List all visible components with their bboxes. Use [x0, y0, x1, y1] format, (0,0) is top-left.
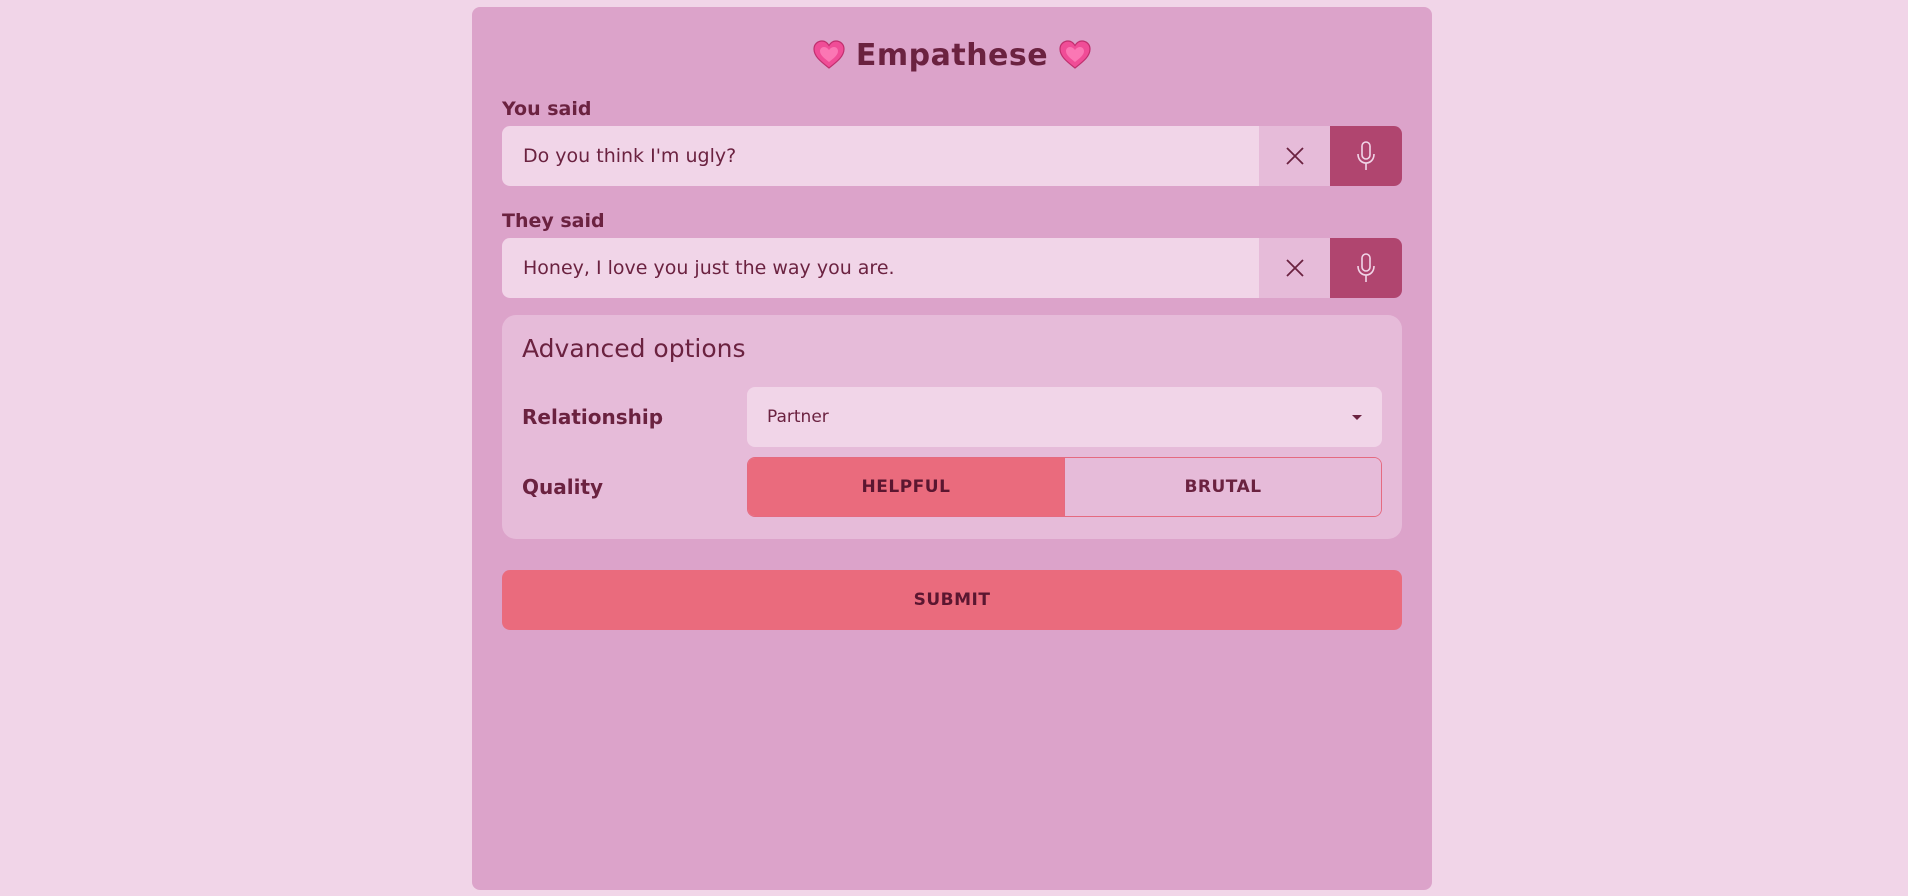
quality-row: Quality HELPFUL BRUTAL [522, 457, 1382, 517]
relationship-selected-value: Partner [767, 407, 829, 427]
they-said-clear-button[interactable] [1259, 238, 1330, 298]
they-said-label: They said [502, 210, 605, 232]
you-said-mic-button[interactable] [1330, 126, 1402, 186]
advanced-options-title: Advanced options [522, 334, 746, 363]
microphone-icon [1357, 253, 1375, 282]
relationship-row: Relationship Partner [522, 387, 1382, 447]
you-said-clear-button[interactable] [1259, 126, 1330, 186]
submit-button[interactable]: SUBMIT [502, 570, 1402, 630]
heart-icon [813, 40, 845, 69]
you-said-row [502, 126, 1402, 186]
header: Empathese [502, 7, 1402, 99]
you-said-input[interactable] [502, 126, 1259, 186]
app-title: Empathese [855, 37, 1049, 73]
they-said-row [502, 238, 1402, 298]
relationship-select[interactable]: Partner [747, 387, 1382, 447]
close-icon [1285, 147, 1304, 165]
advanced-options-panel: Advanced options Relationship Partner Qu… [502, 315, 1402, 539]
they-said-mic-button[interactable] [1330, 238, 1402, 298]
chevron-down-icon [1352, 414, 1362, 420]
app-card: Empathese You said They said [472, 7, 1432, 890]
they-said-input[interactable] [502, 238, 1259, 298]
quality-toggle-group: HELPFUL BRUTAL [747, 457, 1382, 517]
you-said-label: You said [502, 98, 592, 120]
heart-icon [1059, 40, 1091, 69]
quality-option-helpful[interactable]: HELPFUL [748, 458, 1064, 516]
quality-option-brutal[interactable]: BRUTAL [1064, 458, 1381, 516]
close-icon [1285, 259, 1304, 277]
relationship-label: Relationship [522, 405, 664, 429]
quality-label: Quality [522, 475, 604, 499]
microphone-icon [1357, 141, 1375, 170]
